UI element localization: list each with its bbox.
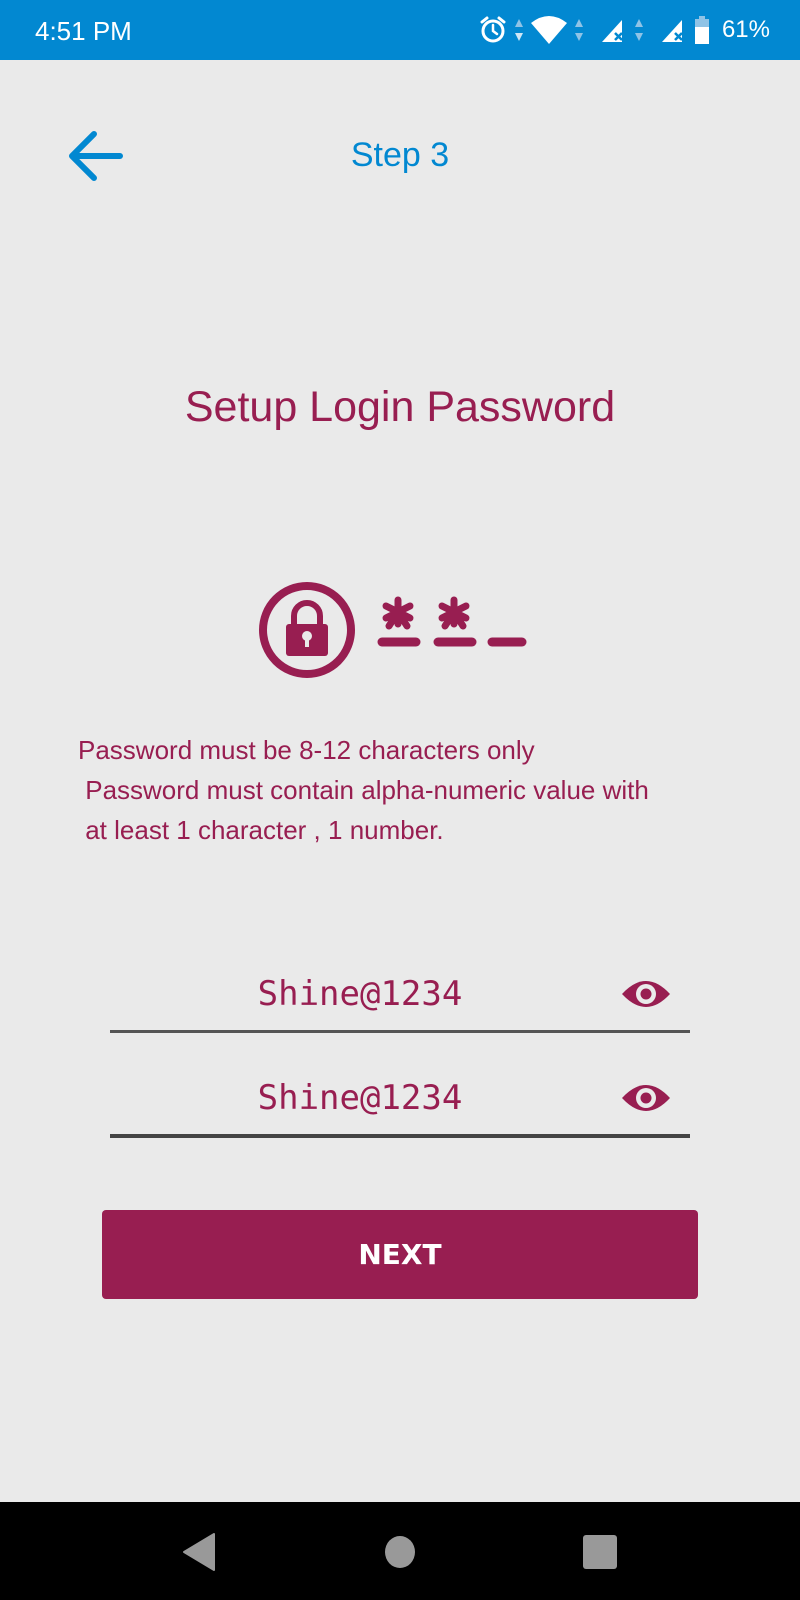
eye-icon <box>620 981 672 1016</box>
toggle-confirm-password-visibility-button[interactable] <box>620 1080 672 1116</box>
status-time: 4:51 PM <box>35 16 132 46</box>
nav-home-button[interactable] <box>380 1532 420 1572</box>
battery-percent: 61% <box>721 16 770 43</box>
confirm-password-input[interactable] <box>110 1062 610 1134</box>
rule-length: Password must be 8-12 characters only <box>78 735 535 765</box>
page-title: Setup Login Password <box>184 383 616 431</box>
recents-square-icon <box>580 1535 620 1576</box>
wifi-activity-icon <box>574 17 584 43</box>
signal-icon <box>600 16 628 44</box>
system-nav-bar <box>0 1502 800 1600</box>
home-circle-icon <box>380 1536 420 1576</box>
password-field <box>110 958 690 1033</box>
rule-alphanumeric-cont: at least 1 character , 1 number. <box>78 815 444 845</box>
password-rules: Password must be 8-12 characters only Pa… <box>78 730 758 850</box>
rule-alphanumeric: Password must contain alpha-numeric valu… <box>78 775 649 805</box>
step-title: Step 3 <box>350 136 450 174</box>
alarm-icon <box>478 15 508 45</box>
signal-icon <box>660 16 688 44</box>
next-button[interactable]: NEXT <box>102 1210 698 1299</box>
signal-activity-icon <box>634 17 644 43</box>
status-bar: 4:51 PM 61% <box>0 0 800 60</box>
data-activity-icon <box>514 17 524 43</box>
battery-icon <box>694 15 710 45</box>
lock-password-icon <box>258 578 538 680</box>
confirm-password-field <box>110 1062 690 1138</box>
eye-icon <box>620 1085 672 1120</box>
password-input[interactable] <box>110 958 610 1030</box>
status-icons: 61% <box>478 12 770 48</box>
back-triangle-icon <box>180 1533 220 1576</box>
toggle-password-visibility-button[interactable] <box>620 976 672 1012</box>
wifi-icon <box>530 15 568 45</box>
nav-back-button[interactable] <box>180 1532 220 1572</box>
nav-recents-button[interactable] <box>580 1532 620 1572</box>
